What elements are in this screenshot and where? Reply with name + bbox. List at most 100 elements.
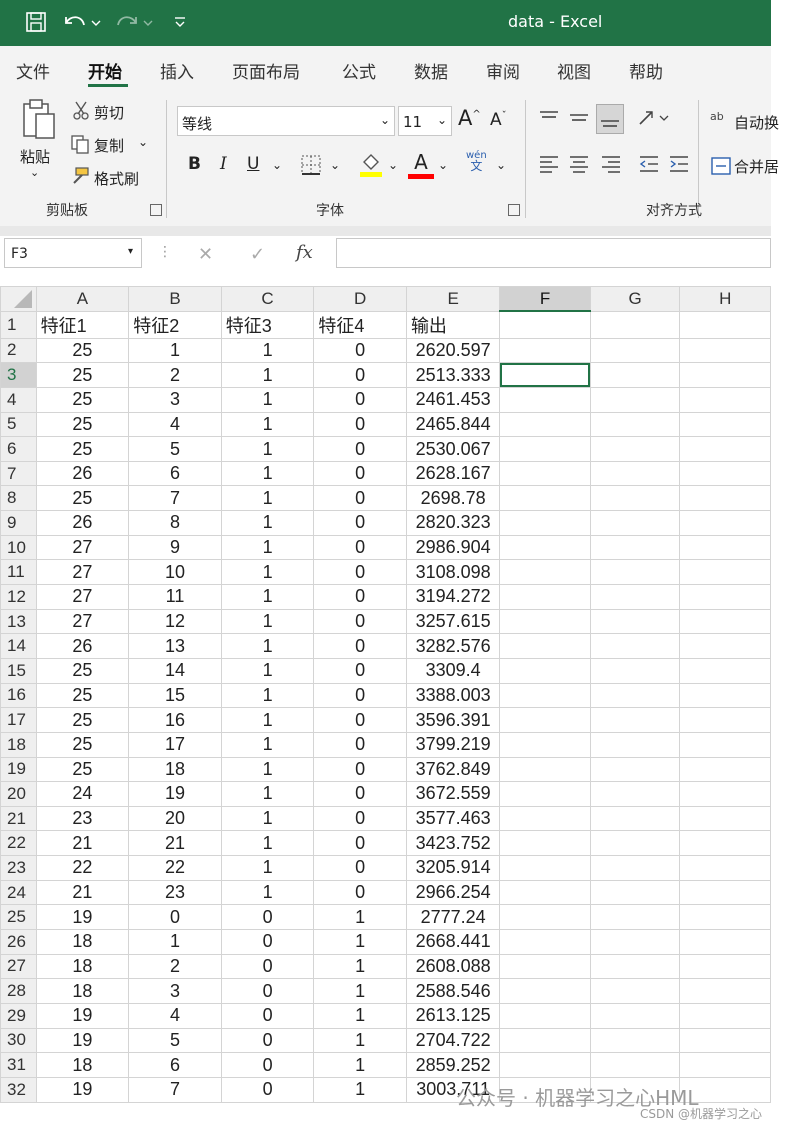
cell[interactable] — [499, 682, 591, 709]
cell[interactable]: 1 — [313, 1076, 407, 1103]
cell[interactable]: 2588.546 — [405, 978, 501, 1004]
cell[interactable]: 25 — [35, 485, 130, 512]
cell[interactable]: 26 — [35, 510, 130, 536]
cell[interactable]: 2530.067 — [405, 436, 501, 462]
cell[interactable]: 23 — [35, 805, 130, 832]
fill-color-icon[interactable] — [358, 150, 384, 182]
cell[interactable] — [499, 978, 591, 1004]
chevron-down-icon[interactable]: ⌄ — [437, 113, 447, 127]
shrink-font-button[interactable]: Aˇ — [490, 110, 507, 130]
cell[interactable]: 1 — [220, 682, 315, 709]
cell[interactable] — [589, 1052, 681, 1078]
cell[interactable] — [589, 608, 681, 635]
cell[interactable]: 0 — [313, 337, 407, 364]
cell[interactable] — [589, 657, 681, 684]
cell[interactable] — [679, 682, 771, 709]
cell[interactable]: 4 — [128, 411, 222, 438]
row-header[interactable]: 18 — [0, 731, 37, 758]
cell[interactable]: 0 — [313, 436, 407, 462]
cell[interactable]: 1 — [220, 657, 315, 684]
cell[interactable]: 2668.441 — [405, 929, 501, 955]
cell[interactable] — [589, 485, 681, 512]
cell[interactable]: 1 — [220, 731, 315, 758]
decrease-indent-icon[interactable] — [638, 154, 660, 178]
cell[interactable] — [499, 608, 591, 635]
phonetic-dropdown-icon[interactable]: ⌄ — [496, 158, 506, 172]
cell[interactable]: 2461.453 — [405, 386, 501, 413]
cell[interactable]: 2620.597 — [405, 337, 501, 364]
cell[interactable]: 2986.904 — [405, 534, 501, 561]
cell[interactable]: 10 — [128, 559, 222, 586]
cell[interactable] — [499, 929, 591, 955]
cell[interactable]: 3257.615 — [405, 608, 501, 635]
cell[interactable] — [679, 559, 771, 586]
column-header-g[interactable]: G — [589, 286, 681, 312]
cell[interactable]: 1 — [220, 460, 315, 487]
cell[interactable]: 15 — [128, 682, 222, 709]
cell[interactable]: 1 — [313, 1052, 407, 1078]
cell[interactable]: 1 — [128, 337, 222, 364]
cell[interactable] — [589, 879, 681, 906]
cell[interactable]: 2704.722 — [405, 1027, 501, 1054]
column-header-a[interactable]: A — [35, 286, 130, 312]
column-header-d[interactable]: D — [313, 286, 407, 312]
row-header[interactable]: 20 — [0, 781, 37, 807]
cell[interactable]: 2465.844 — [405, 411, 501, 438]
cell[interactable] — [679, 1002, 771, 1029]
cell[interactable]: 25 — [35, 337, 130, 364]
cell[interactable] — [589, 386, 681, 413]
align-middle-icon[interactable] — [568, 108, 590, 132]
font-color-dropdown-icon[interactable]: ⌄ — [438, 158, 448, 172]
cancel-icon[interactable]: ✕ — [198, 244, 213, 265]
cell[interactable] — [679, 310, 771, 339]
cell[interactable]: 26 — [35, 460, 130, 487]
row-header[interactable]: 12 — [0, 584, 37, 610]
row-header[interactable]: 10 — [0, 534, 37, 561]
cell[interactable] — [589, 904, 681, 931]
cell[interactable] — [679, 707, 771, 733]
cell[interactable]: 1 — [220, 362, 315, 388]
paste-dropdown-icon[interactable]: ⌄ — [30, 166, 39, 179]
cell[interactable]: 0 — [313, 485, 407, 512]
cell[interactable] — [679, 411, 771, 438]
cell[interactable] — [499, 1052, 591, 1078]
tab-file[interactable]: 文件 — [16, 58, 50, 83]
column-header-h[interactable]: H — [679, 286, 771, 312]
underline-button[interactable]: U — [247, 154, 259, 174]
cell[interactable]: 4 — [128, 1002, 222, 1029]
cell[interactable]: 2966.254 — [405, 879, 501, 906]
cell[interactable]: 25 — [35, 707, 130, 733]
cell[interactable]: 21 — [35, 879, 130, 906]
cell[interactable] — [589, 805, 681, 832]
cell[interactable] — [499, 436, 591, 462]
cell[interactable]: 特征4 — [313, 310, 407, 339]
cell[interactable]: 25 — [35, 411, 130, 438]
row-header[interactable]: 16 — [0, 682, 37, 709]
tab-page-layout[interactable]: 页面布局 — [232, 58, 300, 83]
cell[interactable] — [679, 534, 771, 561]
font-color-button[interactable]: A — [408, 150, 434, 179]
cell[interactable]: 19 — [35, 904, 130, 931]
cell[interactable]: 19 — [35, 1002, 130, 1029]
cell[interactable]: 11 — [128, 584, 222, 610]
cell[interactable]: 0 — [313, 781, 407, 807]
row-header[interactable]: 1 — [0, 310, 37, 339]
row-header[interactable]: 31 — [0, 1052, 37, 1078]
cell[interactable] — [679, 337, 771, 364]
row-header[interactable]: 14 — [0, 633, 37, 659]
paste-icon[interactable] — [18, 98, 58, 146]
italic-button[interactable]: I — [220, 154, 227, 174]
cell[interactable] — [679, 436, 771, 462]
cell[interactable]: 3577.463 — [405, 805, 501, 832]
row-header[interactable]: 17 — [0, 707, 37, 733]
merge-icon[interactable] — [710, 156, 732, 180]
cell[interactable] — [679, 855, 771, 881]
cell[interactable]: 3 — [128, 978, 222, 1004]
cell[interactable]: 3 — [128, 386, 222, 413]
cell[interactable]: 1 — [220, 584, 315, 610]
cell[interactable]: 0 — [313, 460, 407, 487]
align-top-icon[interactable] — [538, 108, 560, 132]
cell[interactable]: 2698.78 — [405, 485, 501, 512]
clipboard-launcher-icon[interactable] — [150, 204, 162, 216]
cell[interactable] — [679, 929, 771, 955]
